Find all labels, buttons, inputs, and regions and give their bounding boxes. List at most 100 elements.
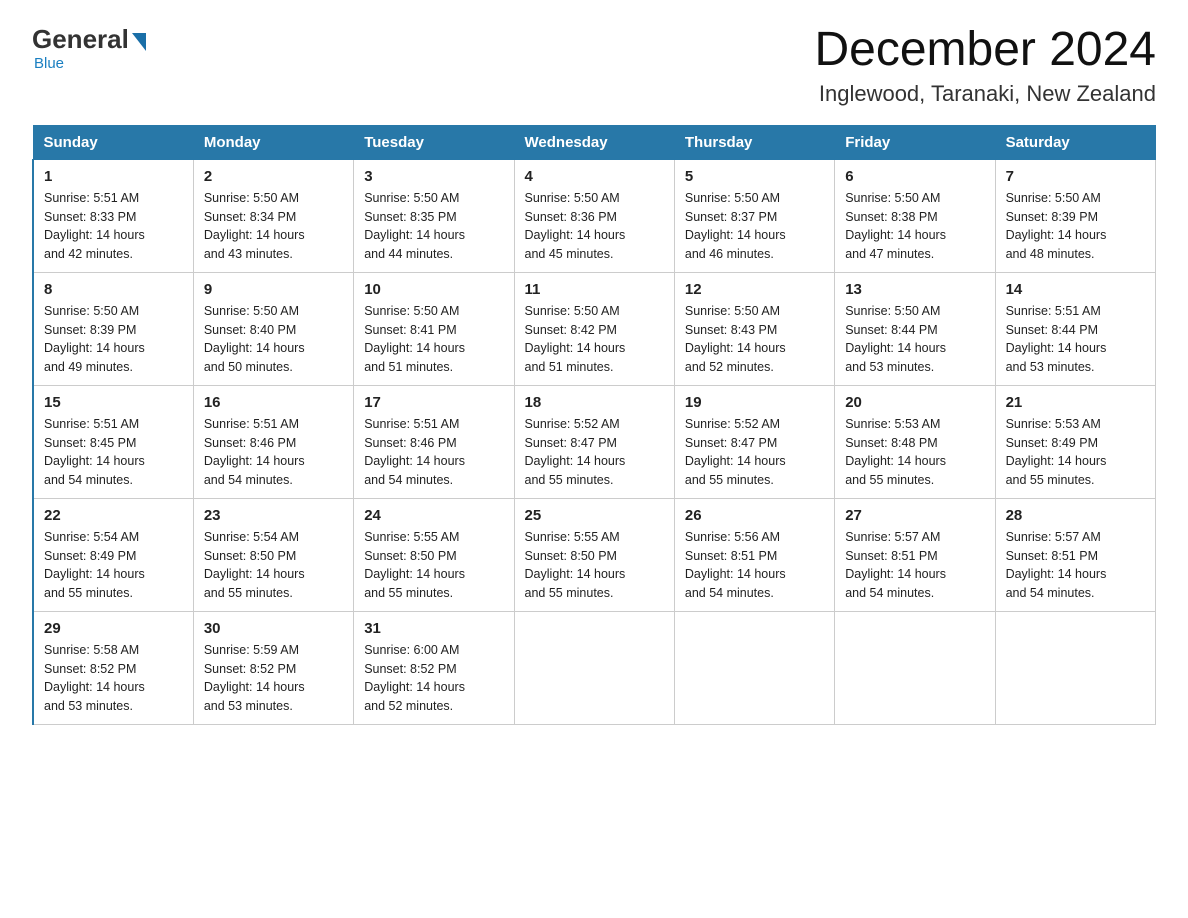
calendar-cell: 14 Sunrise: 5:51 AM Sunset: 8:44 PM Dayl… xyxy=(995,272,1155,385)
calendar-week-row: 15 Sunrise: 5:51 AM Sunset: 8:45 PM Dayl… xyxy=(33,385,1156,498)
day-info: Sunrise: 5:56 AM Sunset: 8:51 PM Dayligh… xyxy=(685,528,824,603)
calendar-cell: 10 Sunrise: 5:50 AM Sunset: 8:41 PM Dayl… xyxy=(354,272,514,385)
day-info: Sunrise: 5:59 AM Sunset: 8:52 PM Dayligh… xyxy=(204,641,343,716)
day-number: 18 xyxy=(525,394,664,411)
day-number: 28 xyxy=(1006,507,1145,524)
calendar-cell: 22 Sunrise: 5:54 AM Sunset: 8:49 PM Dayl… xyxy=(33,498,193,611)
day-info: Sunrise: 5:51 AM Sunset: 8:44 PM Dayligh… xyxy=(1006,302,1145,377)
calendar-cell: 12 Sunrise: 5:50 AM Sunset: 8:43 PM Dayl… xyxy=(674,272,834,385)
day-number: 13 xyxy=(845,281,984,298)
calendar-cell: 16 Sunrise: 5:51 AM Sunset: 8:46 PM Dayl… xyxy=(193,385,353,498)
col-sunday: Sunday xyxy=(33,125,193,159)
logo: General Blue xyxy=(32,24,146,72)
day-number: 31 xyxy=(364,620,503,637)
day-info: Sunrise: 5:50 AM Sunset: 8:35 PM Dayligh… xyxy=(364,189,503,264)
day-info: Sunrise: 5:52 AM Sunset: 8:47 PM Dayligh… xyxy=(525,415,664,490)
day-number: 6 xyxy=(845,168,984,185)
day-info: Sunrise: 5:54 AM Sunset: 8:50 PM Dayligh… xyxy=(204,528,343,603)
page-header: General Blue December 2024 Inglewood, Ta… xyxy=(32,24,1156,107)
day-number: 11 xyxy=(525,281,664,298)
day-number: 9 xyxy=(204,281,343,298)
calendar-cell xyxy=(514,611,674,724)
day-info: Sunrise: 5:53 AM Sunset: 8:49 PM Dayligh… xyxy=(1006,415,1145,490)
day-number: 10 xyxy=(364,281,503,298)
calendar-cell: 30 Sunrise: 5:59 AM Sunset: 8:52 PM Dayl… xyxy=(193,611,353,724)
logo-blue-text: Blue xyxy=(34,55,64,72)
day-number: 7 xyxy=(1006,168,1145,185)
day-number: 16 xyxy=(204,394,343,411)
day-info: Sunrise: 5:50 AM Sunset: 8:41 PM Dayligh… xyxy=(364,302,503,377)
day-info: Sunrise: 5:50 AM Sunset: 8:34 PM Dayligh… xyxy=(204,189,343,264)
calendar-cell: 20 Sunrise: 5:53 AM Sunset: 8:48 PM Dayl… xyxy=(835,385,995,498)
day-info: Sunrise: 5:52 AM Sunset: 8:47 PM Dayligh… xyxy=(685,415,824,490)
calendar-cell: 5 Sunrise: 5:50 AM Sunset: 8:37 PM Dayli… xyxy=(674,159,834,272)
day-info: Sunrise: 5:55 AM Sunset: 8:50 PM Dayligh… xyxy=(364,528,503,603)
calendar-cell xyxy=(674,611,834,724)
day-number: 21 xyxy=(1006,394,1145,411)
day-info: Sunrise: 5:51 AM Sunset: 8:46 PM Dayligh… xyxy=(364,415,503,490)
day-number: 1 xyxy=(44,168,183,185)
day-number: 30 xyxy=(204,620,343,637)
day-info: Sunrise: 6:00 AM Sunset: 8:52 PM Dayligh… xyxy=(364,641,503,716)
day-info: Sunrise: 5:50 AM Sunset: 8:42 PM Dayligh… xyxy=(525,302,664,377)
logo-general-text: General xyxy=(32,24,129,55)
calendar-cell: 24 Sunrise: 5:55 AM Sunset: 8:50 PM Dayl… xyxy=(354,498,514,611)
calendar-body: 1 Sunrise: 5:51 AM Sunset: 8:33 PM Dayli… xyxy=(33,159,1156,724)
day-info: Sunrise: 5:57 AM Sunset: 8:51 PM Dayligh… xyxy=(845,528,984,603)
day-number: 4 xyxy=(525,168,664,185)
day-number: 29 xyxy=(44,620,183,637)
day-number: 3 xyxy=(364,168,503,185)
col-thursday: Thursday xyxy=(674,125,834,159)
col-tuesday: Tuesday xyxy=(354,125,514,159)
calendar-cell: 8 Sunrise: 5:50 AM Sunset: 8:39 PM Dayli… xyxy=(33,272,193,385)
calendar-week-row: 22 Sunrise: 5:54 AM Sunset: 8:49 PM Dayl… xyxy=(33,498,1156,611)
calendar-table: Sunday Monday Tuesday Wednesday Thursday… xyxy=(32,125,1156,725)
calendar-cell: 4 Sunrise: 5:50 AM Sunset: 8:36 PM Dayli… xyxy=(514,159,674,272)
day-info: Sunrise: 5:50 AM Sunset: 8:39 PM Dayligh… xyxy=(44,302,183,377)
day-info: Sunrise: 5:53 AM Sunset: 8:48 PM Dayligh… xyxy=(845,415,984,490)
calendar-cell: 3 Sunrise: 5:50 AM Sunset: 8:35 PM Dayli… xyxy=(354,159,514,272)
calendar-header: Sunday Monday Tuesday Wednesday Thursday… xyxy=(33,125,1156,159)
day-number: 19 xyxy=(685,394,824,411)
day-number: 15 xyxy=(44,394,183,411)
calendar-cell: 1 Sunrise: 5:51 AM Sunset: 8:33 PM Dayli… xyxy=(33,159,193,272)
day-info: Sunrise: 5:50 AM Sunset: 8:44 PM Dayligh… xyxy=(845,302,984,377)
calendar-cell: 23 Sunrise: 5:54 AM Sunset: 8:50 PM Dayl… xyxy=(193,498,353,611)
col-friday: Friday xyxy=(835,125,995,159)
calendar-week-row: 1 Sunrise: 5:51 AM Sunset: 8:33 PM Dayli… xyxy=(33,159,1156,272)
col-wednesday: Wednesday xyxy=(514,125,674,159)
calendar-cell: 29 Sunrise: 5:58 AM Sunset: 8:52 PM Dayl… xyxy=(33,611,193,724)
day-number: 22 xyxy=(44,507,183,524)
calendar-cell: 9 Sunrise: 5:50 AM Sunset: 8:40 PM Dayli… xyxy=(193,272,353,385)
header-row: Sunday Monday Tuesday Wednesday Thursday… xyxy=(33,125,1156,159)
calendar-cell: 31 Sunrise: 6:00 AM Sunset: 8:52 PM Dayl… xyxy=(354,611,514,724)
calendar-cell: 17 Sunrise: 5:51 AM Sunset: 8:46 PM Dayl… xyxy=(354,385,514,498)
day-info: Sunrise: 5:50 AM Sunset: 8:40 PM Dayligh… xyxy=(204,302,343,377)
day-number: 5 xyxy=(685,168,824,185)
calendar-cell: 11 Sunrise: 5:50 AM Sunset: 8:42 PM Dayl… xyxy=(514,272,674,385)
calendar-cell: 19 Sunrise: 5:52 AM Sunset: 8:47 PM Dayl… xyxy=(674,385,834,498)
calendar-cell: 27 Sunrise: 5:57 AM Sunset: 8:51 PM Dayl… xyxy=(835,498,995,611)
calendar-cell: 18 Sunrise: 5:52 AM Sunset: 8:47 PM Dayl… xyxy=(514,385,674,498)
day-info: Sunrise: 5:51 AM Sunset: 8:45 PM Dayligh… xyxy=(44,415,183,490)
day-info: Sunrise: 5:55 AM Sunset: 8:50 PM Dayligh… xyxy=(525,528,664,603)
day-info: Sunrise: 5:50 AM Sunset: 8:43 PM Dayligh… xyxy=(685,302,824,377)
day-info: Sunrise: 5:57 AM Sunset: 8:51 PM Dayligh… xyxy=(1006,528,1145,603)
day-info: Sunrise: 5:50 AM Sunset: 8:36 PM Dayligh… xyxy=(525,189,664,264)
day-number: 27 xyxy=(845,507,984,524)
calendar-cell: 21 Sunrise: 5:53 AM Sunset: 8:49 PM Dayl… xyxy=(995,385,1155,498)
day-number: 23 xyxy=(204,507,343,524)
day-info: Sunrise: 5:51 AM Sunset: 8:46 PM Dayligh… xyxy=(204,415,343,490)
day-number: 24 xyxy=(364,507,503,524)
day-info: Sunrise: 5:54 AM Sunset: 8:49 PM Dayligh… xyxy=(44,528,183,603)
calendar-cell: 13 Sunrise: 5:50 AM Sunset: 8:44 PM Dayl… xyxy=(835,272,995,385)
location-title: Inglewood, Taranaki, New Zealand xyxy=(814,81,1156,107)
month-title: December 2024 xyxy=(814,24,1156,77)
calendar-week-row: 8 Sunrise: 5:50 AM Sunset: 8:39 PM Dayli… xyxy=(33,272,1156,385)
day-number: 17 xyxy=(364,394,503,411)
day-number: 26 xyxy=(685,507,824,524)
calendar-cell: 15 Sunrise: 5:51 AM Sunset: 8:45 PM Dayl… xyxy=(33,385,193,498)
day-number: 8 xyxy=(44,281,183,298)
calendar-week-row: 29 Sunrise: 5:58 AM Sunset: 8:52 PM Dayl… xyxy=(33,611,1156,724)
calendar-cell: 6 Sunrise: 5:50 AM Sunset: 8:38 PM Dayli… xyxy=(835,159,995,272)
